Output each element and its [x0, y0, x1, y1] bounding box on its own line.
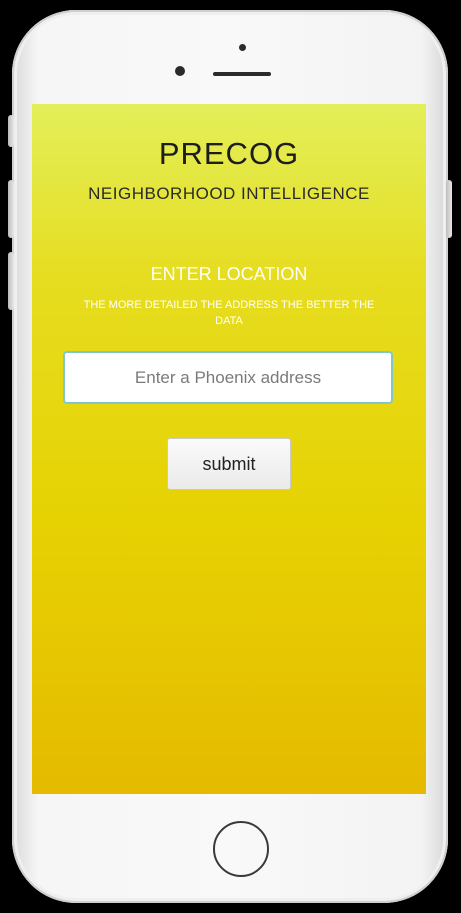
- camera-icon: [175, 66, 185, 76]
- app-subtitle: NEIGHBORHOOD INTELLIGENCE: [88, 184, 370, 203]
- volume-up-button: [8, 180, 14, 238]
- enter-location-heading: ENTER LOCATION: [150, 264, 308, 284]
- speaker-icon: [213, 72, 271, 76]
- address-hint: THE MORE DETAILED THE ADDRESS THE BETTER…: [83, 299, 375, 327]
- app-screen: PRECOG NEIGHBORHOOD INTELLIGENCE ENTER L…: [32, 104, 426, 794]
- submit-button[interactable]: submit: [167, 438, 291, 490]
- power-button: [446, 180, 452, 238]
- mute-switch: [8, 115, 14, 147]
- app-title: PRECOG: [158, 136, 300, 171]
- volume-down-button: [8, 252, 14, 310]
- sensor-icon: [239, 44, 246, 51]
- home-button-icon[interactable]: [213, 821, 269, 877]
- address-input[interactable]: [63, 351, 393, 404]
